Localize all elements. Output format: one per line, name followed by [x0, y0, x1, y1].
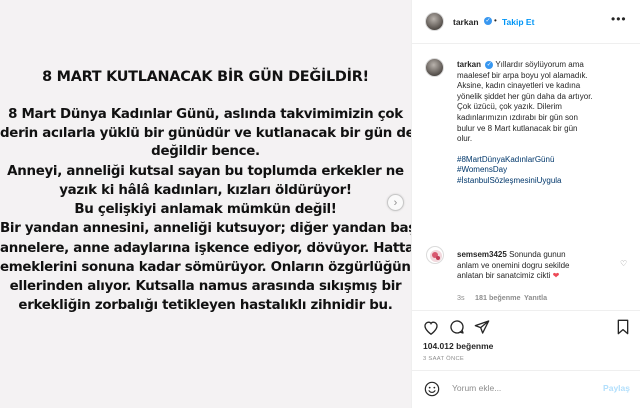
comment-text-line: anlam ve onemini dogru sekilde — [457, 260, 570, 270]
share-send-icon[interactable] — [473, 318, 491, 336]
like-count[interactable]: 104.012 beğenme — [423, 341, 493, 351]
post-header: tarkan ✓ • Takip Et ••• — [412, 0, 640, 44]
comment-likes[interactable]: 181 beğenme — [475, 293, 521, 302]
post-line: annelere, anne adaylarına işkence ediyor… — [0, 241, 411, 256]
comment-like-icon[interactable]: ♡ — [620, 259, 627, 268]
post-comment-button[interactable]: Paylaş — [603, 383, 630, 393]
caption-username[interactable]: tarkan — [457, 60, 481, 69]
more-options-icon[interactable]: ••• — [611, 12, 627, 26]
post-line: Bir yandan annesini, anneliği kutsuyor; … — [0, 221, 411, 236]
commenter-avatar[interactable] — [426, 246, 444, 264]
caption-text-line: Yıllardır söylüyorum ama — [495, 60, 584, 69]
post-line: Anneyi, anneliği kutsal sayan bu toplumd… — [7, 164, 404, 179]
post-image[interactable]: 8 MART KUTLANACAK BİR GÜN DEĞİLDİR! 8 Ma… — [0, 0, 411, 408]
next-image-button[interactable]: › — [387, 194, 404, 211]
post-line: derin acılarla yüklü bir günüdür ve kutl… — [0, 126, 411, 141]
heart-emoji: ❤ — [552, 271, 560, 281]
reply-button[interactable]: Yanıtla — [524, 293, 547, 302]
verified-badge-icon: ✓ — [484, 17, 492, 25]
caption-text-line: maalesef bir arpa boyu yol alamadık. — [457, 70, 588, 80]
separator-dot: • — [494, 16, 497, 25]
caption-text-line: Çok üzücü, çok yazık. Dilerim — [457, 102, 562, 112]
like-heart-icon[interactable] — [422, 318, 440, 336]
caption-text-line: Aksine, kadın cinayetleri ve kadına — [457, 81, 581, 91]
caption-text-line: olur. — [457, 134, 473, 144]
post-line: yazık ki hâlâ kadınları, kızları öldürüy… — [59, 183, 352, 198]
bookmark-icon[interactable] — [614, 318, 632, 336]
comment-username[interactable]: semsem3425 — [457, 250, 507, 259]
add-comment-bar: Yorum ekle... Paylaş — [412, 370, 640, 408]
action-bar — [412, 310, 640, 340]
comment-bubble-icon[interactable] — [448, 318, 466, 336]
hashtag-link[interactable]: #8MartDünyaKadınlarGünü — [457, 155, 629, 166]
chevron-right-icon: › — [393, 196, 398, 209]
comment-text-line: Sonunda gunun — [509, 250, 566, 259]
hashtag-link[interactable]: #İstanbulSözleşmesiniUygula — [457, 176, 629, 187]
caption-text-line: yönelik şiddet her gün daha da artıyor. — [457, 91, 593, 101]
comment: semsem3425 Sonunda gunun anlam ve onemin… — [457, 250, 617, 282]
emoji-icon[interactable] — [424, 381, 440, 402]
header-username[interactable]: tarkan — [453, 17, 479, 27]
post-sidebar: tarkan ✓ • Takip Et ••• tarkan ✓ Yıllard… — [411, 0, 640, 408]
verified-badge-icon: ✓ — [485, 60, 494, 69]
follow-button[interactable]: Takip Et — [502, 17, 534, 27]
post-line: 8 Mart Dünya Kadınlar Günü, aslında takv… — [8, 107, 403, 122]
caption-text-line: bulur ve 8 Mart kutlanacak bir gün — [457, 123, 578, 133]
hashtag-link[interactable]: #WomensDay — [457, 165, 629, 176]
caption-avatar[interactable] — [425, 58, 444, 77]
post-time: 3 SAAT ÖNCE — [423, 356, 465, 362]
post-line: emeklerini sonuna kadar sömürüyor. Onlar… — [0, 260, 411, 275]
post-line: değildir bence. — [151, 144, 260, 159]
comment-text-line: anlatan bir sanatcimiz cikti — [457, 271, 551, 281]
post-line: ellerinden alıyor. Kutsalla namus arasın… — [9, 279, 402, 294]
caption: tarkan ✓ Yıllardır söylüyorum ama maales… — [457, 60, 629, 187]
avatar[interactable] — [425, 12, 444, 31]
comment-input[interactable]: Yorum ekle... — [452, 383, 501, 393]
post-line: erkekliğin zorbalığı tetikleyen hastalık… — [18, 298, 393, 313]
comment-time: 3s — [457, 293, 465, 302]
post-text-block: 8 MART KUTLANACAK BİR GÜN DEĞİLDİR! 8 Ma… — [0, 0, 411, 408]
rose-avatar-icon — [430, 250, 442, 262]
post-line: Bu çelişkiyi anlamak mümkün değil! — [74, 202, 337, 217]
post-headline: 8 MART KUTLANACAK BİR GÜN DEĞİLDİR! — [42, 69, 369, 85]
caption-text-line: kadınlarımızın ızdırabı bir gün son — [457, 112, 578, 122]
